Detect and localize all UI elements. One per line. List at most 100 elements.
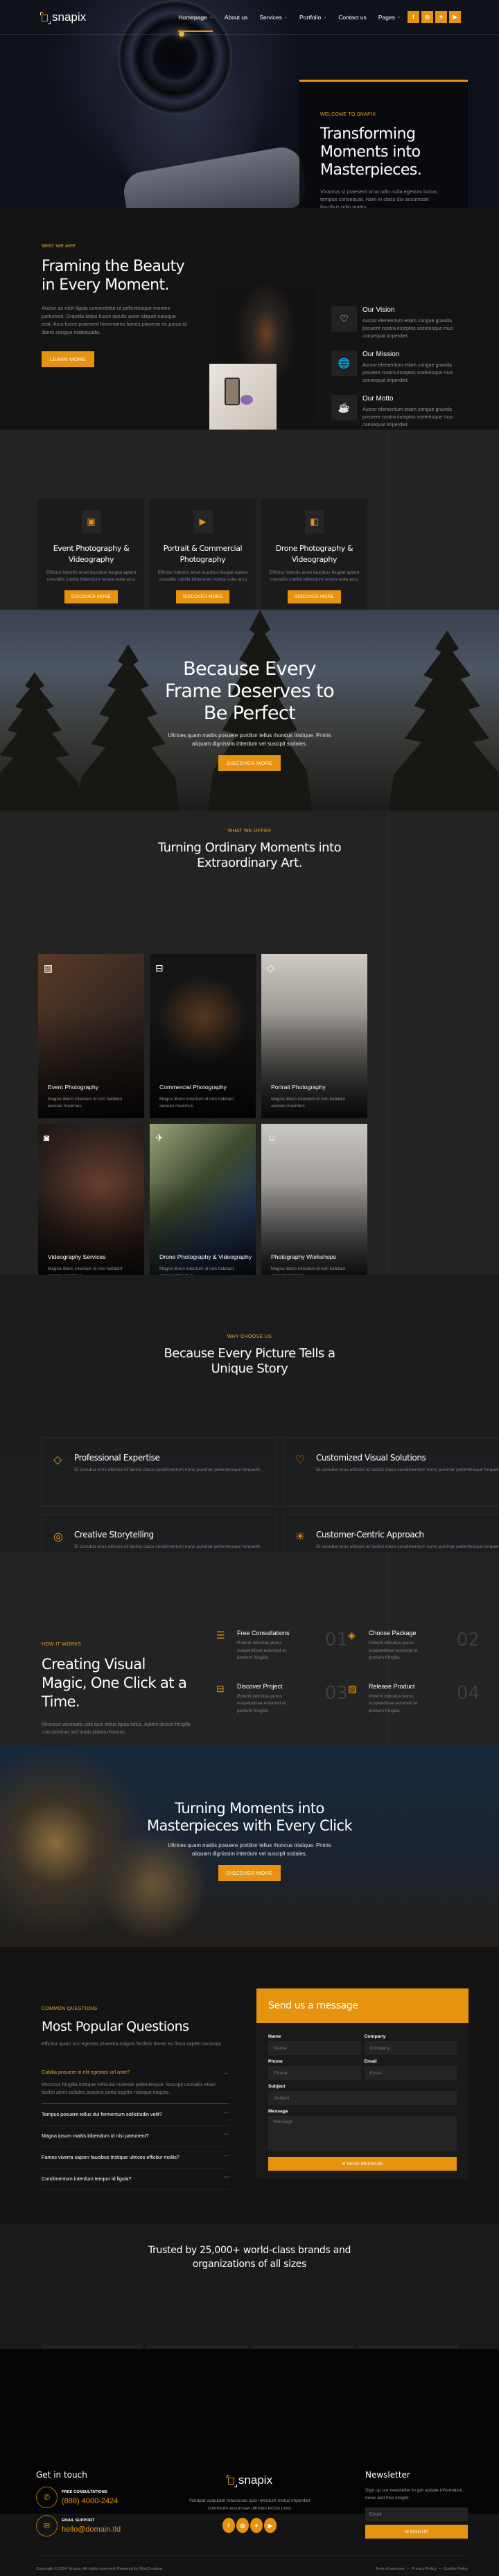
footer-twitter-icon[interactable]: ✦ <box>250 2518 263 2533</box>
service-text: Efficitur lobortis amet faucibus feugiat… <box>269 570 360 582</box>
about-features: ♡ Our Vision Auctor elementum etiam congue… <box>331 306 470 439</box>
step-choose-package: ◈ Choose Package Potenti ridiculus purus s… <box>348 1630 480 1662</box>
clients-title: Trusted by 25,000+ world-class brands an… <box>148 2245 351 2270</box>
step-title: Discover Project <box>237 1682 283 1690</box>
how-text: Rhoncus venenatis velit quis netus ligul… <box>42 1722 191 1735</box>
feature-text: Auctor elementum etiam congue gravida po… <box>362 406 453 427</box>
nav-pages[interactable]: Pages ⌄ <box>378 14 401 21</box>
chevron-down-icon: ⌄ <box>323 15 327 19</box>
feature-title: Our Motto <box>362 395 394 403</box>
main-nav: snapix Homepage ⌄ About us Services ⌄ Portfol… <box>0 0 499 35</box>
hand-heart-icon: ♡ <box>331 306 357 332</box>
feature-our-motto: ☕ Our Motto Auctor elementum etiam congue … <box>331 395 470 428</box>
message-textarea[interactable] <box>268 2116 457 2151</box>
banner2-title: Turning Moments into Masterpieces with E… <box>146 1800 353 1834</box>
faq-question[interactable]: Condimentum interdum tempor id ligula? ﹀ <box>42 2169 229 2190</box>
chat-icon: ☰ <box>216 1630 225 1641</box>
faq-question-text: Tempus posuere tellus dui fermentum soll… <box>42 2111 162 2117</box>
briefcase-icon: ⊟ <box>155 962 164 973</box>
faq-question-text: Cubilia posuere in elit egestas vel ante… <box>42 2069 130 2075</box>
nav-portfolio[interactable]: Portfolio ⌄ <box>299 14 326 21</box>
offer-tile-title: Videography Services <box>48 1253 106 1260</box>
offer-tile-photography-workshops[interactable]: ☺ Photography Workshops Magna libero inter… <box>261 1124 367 1288</box>
footer-instagram-icon[interactable]: ◎ <box>236 2518 249 2533</box>
service-title: Event Photography & Videography <box>53 544 130 564</box>
phone-number: (888) 4000-2424 <box>62 2496 119 2505</box>
service-discover-button[interactable]: Discover More <box>176 590 229 603</box>
instagram-icon[interactable]: ◎ <box>421 11 433 23</box>
feature-title: Our Vision <box>362 306 395 314</box>
faq-question-text: Magna ipsum mattis bibendum id nisi part… <box>42 2133 149 2139</box>
phone-input[interactable] <box>268 2066 361 2080</box>
copyright: Copyright © 2024 Snapix, All rights rese… <box>36 2567 164 2571</box>
faq-question[interactable]: Fames viverra sapien faucibus tristique … <box>42 2147 229 2169</box>
offer-tile-commercial-photography[interactable]: ⊟ Commercial Photography Magna libero inte… <box>150 954 256 1118</box>
mail-icon: ✉ <box>36 2515 58 2537</box>
hero-section: snapix Homepage ⌄ About us Services ⌄ Portfol… <box>0 0 499 208</box>
faq-question[interactable]: Magna ipsum mattis bibendum id nisi part… <box>42 2126 229 2147</box>
service-text: Efficitur lobortis amet faucibus feugiat… <box>157 570 248 582</box>
service-discover-button[interactable]: Discover More <box>64 590 118 603</box>
phone-label: Free Consultations <box>62 2489 107 2494</box>
nav-services[interactable]: Services ⌄ <box>259 14 288 21</box>
offer-tile-drone-photography-videography[interactable]: ✈ Drone Photography & Videography Magna li… <box>150 1124 256 1288</box>
faq-eyebrow: Common questions <box>42 2006 98 2011</box>
facebook-icon[interactable]: f <box>408 11 419 23</box>
banner2-discover-button[interactable]: Discover More <box>218 1865 281 1881</box>
email-contact[interactable]: ✉ Email Support hello@domain.tld <box>36 2515 121 2537</box>
about-eyebrow: Who we are <box>42 244 76 249</box>
service-discover-button[interactable]: Discover More <box>288 590 341 603</box>
why-text: Si conubia eros ultrices id facilisi cla… <box>316 1544 499 1549</box>
drone-icon: ✈ <box>155 1132 164 1143</box>
signup-button[interactable]: ✉ Sign Up <box>365 2525 468 2539</box>
subject-input[interactable] <box>268 2091 457 2105</box>
footer-facebook-icon[interactable]: f <box>222 2518 235 2533</box>
image-icon: ▣ <box>81 510 101 533</box>
newsletter-email-input[interactable] <box>365 2507 468 2521</box>
offer-tile-videography-services[interactable]: ◙ Videography Services Magna libero interd… <box>38 1124 144 1288</box>
why-eyebrow: Why choose us <box>227 1334 272 1339</box>
logo[interactable]: snapix <box>40 10 86 24</box>
faq-question[interactable]: Tempus posuere tellus dui fermentum soll… <box>42 2104 229 2126</box>
logo-icon <box>40 12 51 24</box>
footer-link-term-of-services[interactable]: Term of services <box>376 2567 405 2571</box>
phone-icon: ✆ <box>36 2487 58 2508</box>
step-title: Release Product <box>369 1682 415 1690</box>
faq-question[interactable]: Cubilia posuere in elit egestas vel ante… <box>42 2062 229 2081</box>
send-message-button[interactable]: ✉ Send Message <box>268 2157 457 2171</box>
footer-link-cookie-policy[interactable]: Cookie Policy <box>444 2567 468 2571</box>
service-card: ▶ Portrait & Commercial Photography Effici… <box>150 499 256 615</box>
faq-lead: Efficitur quam orci egestas pharetra mag… <box>42 2042 222 2047</box>
offer-tile-text: Magna libero interdum id non habitant ae… <box>159 1097 234 1109</box>
why-text: Si conubia eros ultrices id facilisi cla… <box>316 1467 499 1472</box>
twitter-icon[interactable]: ✦ <box>435 11 447 23</box>
faq-title: Most Popular Questions <box>42 2019 189 2034</box>
banner-discover-button[interactable]: Discover More <box>218 755 281 771</box>
chevron-down-icon: ⌄ <box>209 15 213 19</box>
offer-tile-portrait-photography[interactable]: ◇ Portrait Photography Magna libero interd… <box>261 954 367 1118</box>
film-icon: ▶ <box>193 510 213 533</box>
hero-eyebrow: Welcome to Snapix <box>320 112 376 117</box>
feature-text: Auctor elementum etiam congue gravida po… <box>362 362 453 383</box>
step-discover-project: ⊟ Discover Project Potenti ridiculus purus… <box>216 1682 348 1715</box>
email-label: Email Support <box>62 2518 95 2523</box>
footer-youtube-icon[interactable]: ▶ <box>264 2518 277 2533</box>
nav-homepage[interactable]: Homepage ⌄ <box>178 14 213 32</box>
image-icon: ▨ <box>348 1682 358 1694</box>
nav-contact-us[interactable]: Contact us <box>338 14 367 21</box>
email-input[interactable] <box>364 2066 457 2080</box>
name-input[interactable] <box>268 2041 361 2055</box>
footer-link-privacy-policy[interactable]: Privacy Policy <box>412 2567 437 2571</box>
learn-more-button[interactable]: Learn More <box>42 351 94 367</box>
nav-about-us[interactable]: About us <box>225 14 248 21</box>
phone-contact[interactable]: ✆ Free Consultations (888) 4000-2424 <box>36 2487 121 2508</box>
newsletter-text: Sign up our newsletter to get update inf… <box>365 2488 464 2500</box>
company-input[interactable] <box>364 2041 457 2055</box>
offer-eyebrow: What we offer <box>227 829 272 833</box>
youtube-icon[interactable]: ▶ <box>449 11 461 23</box>
footer-contact: Get in touch ✆ Free Consultations (888) 4… <box>36 2470 121 2543</box>
offer-tile-event-photography[interactable]: ▨ Event Photography Magna libero interdum … <box>38 954 144 1118</box>
banner-frame: Because Every Frame Deserves to Be Perfe… <box>0 610 499 811</box>
footer-logo[interactable]: snapix <box>187 2473 312 2487</box>
how-title: Creating Visual Magic, One Click at a Ti… <box>42 1656 187 1710</box>
